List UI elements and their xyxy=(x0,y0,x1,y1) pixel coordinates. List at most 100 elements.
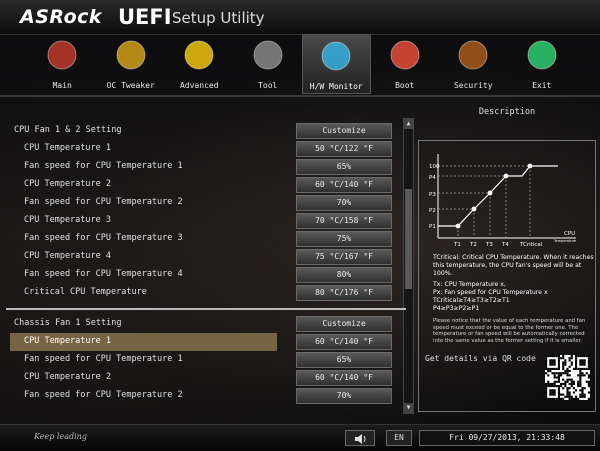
setting-row[interactable]: Critical CPU Temperature 80 °C/176 °F xyxy=(10,284,405,302)
joystick-icon xyxy=(387,37,423,73)
datetime-display: Fri 09/27/2013, 21:33:48 xyxy=(419,430,595,446)
nav-security[interactable]: Security xyxy=(439,34,508,94)
setting-row[interactable]: Fan speed for CPU Temperature 4 80% xyxy=(10,266,405,284)
setting-value[interactable]: 70% xyxy=(296,388,392,404)
nav-label: Security xyxy=(453,81,493,90)
scroll-up-icon[interactable]: ▲ xyxy=(404,119,413,129)
nav-label: OC Tweaker xyxy=(106,81,155,90)
nav-label: Main xyxy=(52,81,72,90)
setting-label: CPU Temperature 1 xyxy=(24,336,111,346)
nav-label: H/W Monitor xyxy=(309,82,363,91)
setting-value[interactable]: 60 °C/140 °F xyxy=(296,334,392,350)
graph-x-t2: T2 xyxy=(469,242,477,248)
graph-y-p1: P1 xyxy=(429,224,436,230)
setting-value[interactable]: 75% xyxy=(296,231,392,247)
graph-x-cpu: CPU xyxy=(564,231,575,237)
graph-y-p3: P3 xyxy=(429,192,436,198)
qr-code-icon xyxy=(545,355,590,400)
setting-value[interactable]: 70 °C/158 °F xyxy=(296,213,392,229)
uefi-title: UEFI xyxy=(118,5,172,29)
setting-row[interactable]: CPU Temperature 1 50 °C/122 °F xyxy=(10,140,405,158)
setting-row[interactable]: CPU Temperature 3 70 °C/158 °F xyxy=(10,212,405,230)
nav-oc-tweaker[interactable]: OC Tweaker xyxy=(97,34,166,94)
graph-x-temperature: Temperature xyxy=(553,239,576,243)
qr-label: Get details via QR code xyxy=(425,354,536,363)
desc-notice: Please notice that the value of each tem… xyxy=(433,318,586,344)
desc-px: Px: Fan speed for CPU Temperature x xyxy=(433,289,548,296)
setting-row[interactable]: Fan speed for CPU Temperature 1 65% xyxy=(10,158,405,176)
graph-y-p2: P2 xyxy=(429,208,436,214)
shield-icon xyxy=(455,37,491,73)
nav-main[interactable]: Main xyxy=(28,34,97,94)
setting-label: CPU Temperature 1 xyxy=(24,143,111,153)
setting-value[interactable]: Customize xyxy=(296,123,392,139)
nav-h-w-monitor[interactable]: H/W Monitor xyxy=(302,34,371,94)
desc-t-order: TCritical≥T4≥T3≥T2≥T1 xyxy=(433,297,510,304)
setting-label: CPU Temperature 2 xyxy=(24,372,111,382)
exit-icon xyxy=(524,37,560,73)
setting-value[interactable]: 65% xyxy=(296,159,392,175)
fan-curve-graph: 100 P4 P3 P2 P1 T1 T2 T3 T4 TCritical CP… xyxy=(429,154,576,248)
main-icon xyxy=(44,37,80,73)
setting-row[interactable]: CPU Temperature 4 75 °C/167 °F xyxy=(10,248,405,266)
setting-label: CPU Temperature 3 xyxy=(24,215,111,225)
nav-tool[interactable]: Tool xyxy=(234,34,303,94)
rocket-icon xyxy=(113,37,149,73)
brand-logo: ASRock xyxy=(20,6,103,28)
setting-label: Chassis Fan 1 Setting xyxy=(14,318,122,328)
main-nav: Main OC Tweaker Advanced Tool H/W Monitor Boo… xyxy=(28,34,576,94)
setting-row[interactable]: CPU Temperature 2 60 °C/140 °F xyxy=(10,369,405,387)
graph-x-t1: T1 xyxy=(453,242,461,248)
setting-value[interactable]: 75 °C/167 °F xyxy=(296,249,392,265)
setting-label: Fan speed for CPU Temperature 3 xyxy=(24,233,183,243)
graph-y-p4: P4 xyxy=(429,175,436,181)
scroll-thumb[interactable] xyxy=(405,189,412,289)
setting-value[interactable]: 80% xyxy=(296,267,392,283)
setting-value[interactable]: 50 °C/122 °F xyxy=(296,141,392,157)
desc-tcritical: TCritical: Critical CPU Temperature. Whe… xyxy=(433,254,594,277)
nav-exit[interactable]: Exit xyxy=(508,34,577,94)
nav-label: Boot xyxy=(395,81,415,90)
nav-boot[interactable]: Boot xyxy=(371,34,440,94)
setting-label: Fan speed for CPU Temperature 2 xyxy=(24,197,183,207)
setting-value[interactable]: 60 °C/140 °F xyxy=(296,370,392,386)
speaker-button[interactable] xyxy=(345,430,375,446)
language-button[interactable]: EN xyxy=(386,430,412,446)
nav-advanced[interactable]: Advanced xyxy=(165,34,234,94)
description-title: Description xyxy=(478,107,536,117)
uefi-subtitle: Setup Utility xyxy=(172,9,265,27)
radar-icon xyxy=(318,38,354,74)
speaker-icon xyxy=(355,434,366,444)
nav-label: Tool xyxy=(258,81,278,90)
setting-value[interactable]: Customize xyxy=(296,316,392,332)
section-divider xyxy=(6,308,406,310)
setting-row[interactable]: CPU Temperature 2 60 °C/140 °F xyxy=(10,176,405,194)
setting-label: CPU Fan 1 & 2 Setting xyxy=(14,125,122,135)
setting-label: Fan speed for CPU Temperature 1 xyxy=(24,161,183,171)
setting-row[interactable]: Fan speed for CPU Temperature 3 75% xyxy=(10,230,405,248)
setting-value[interactable]: 70% xyxy=(296,195,392,211)
setting-value[interactable]: 80 °C/176 °F xyxy=(296,285,392,301)
star-icon xyxy=(181,37,217,73)
section-row[interactable]: Chassis Fan 1 Setting Customize xyxy=(10,315,405,333)
setting-label: Fan speed for CPU Temperature 1 xyxy=(24,354,183,364)
setting-label: Fan speed for CPU Temperature 2 xyxy=(24,390,183,400)
nav-label: Advanced xyxy=(179,81,219,90)
toolbox-icon xyxy=(250,37,286,73)
nav-label: Exit xyxy=(532,81,552,90)
setting-row[interactable]: Fan speed for CPU Temperature 2 70% xyxy=(10,387,405,405)
desc-tx: Tx: CPU Temperature x, xyxy=(433,281,506,288)
nav-separator xyxy=(0,95,600,97)
setting-row[interactable]: CPU Temperature 1 60 °C/140 °F xyxy=(10,333,405,351)
setting-row[interactable]: Fan speed for CPU Temperature 2 70% xyxy=(10,194,405,212)
setting-value[interactable]: 65% xyxy=(296,352,392,368)
setting-label: CPU Temperature 2 xyxy=(24,179,111,189)
setting-value[interactable]: 60 °C/140 °F xyxy=(296,177,392,193)
setting-label: CPU Temperature 4 xyxy=(24,251,111,261)
setting-label: Critical CPU Temperature xyxy=(24,287,147,297)
graph-y-100: 100 xyxy=(429,164,440,170)
scroll-down-icon[interactable]: ▼ xyxy=(404,403,413,413)
setting-row[interactable]: Fan speed for CPU Temperature 1 65% xyxy=(10,351,405,369)
graph-x-t3: T3 xyxy=(485,242,493,248)
section-row[interactable]: CPU Fan 1 & 2 Setting Customize xyxy=(10,122,405,140)
